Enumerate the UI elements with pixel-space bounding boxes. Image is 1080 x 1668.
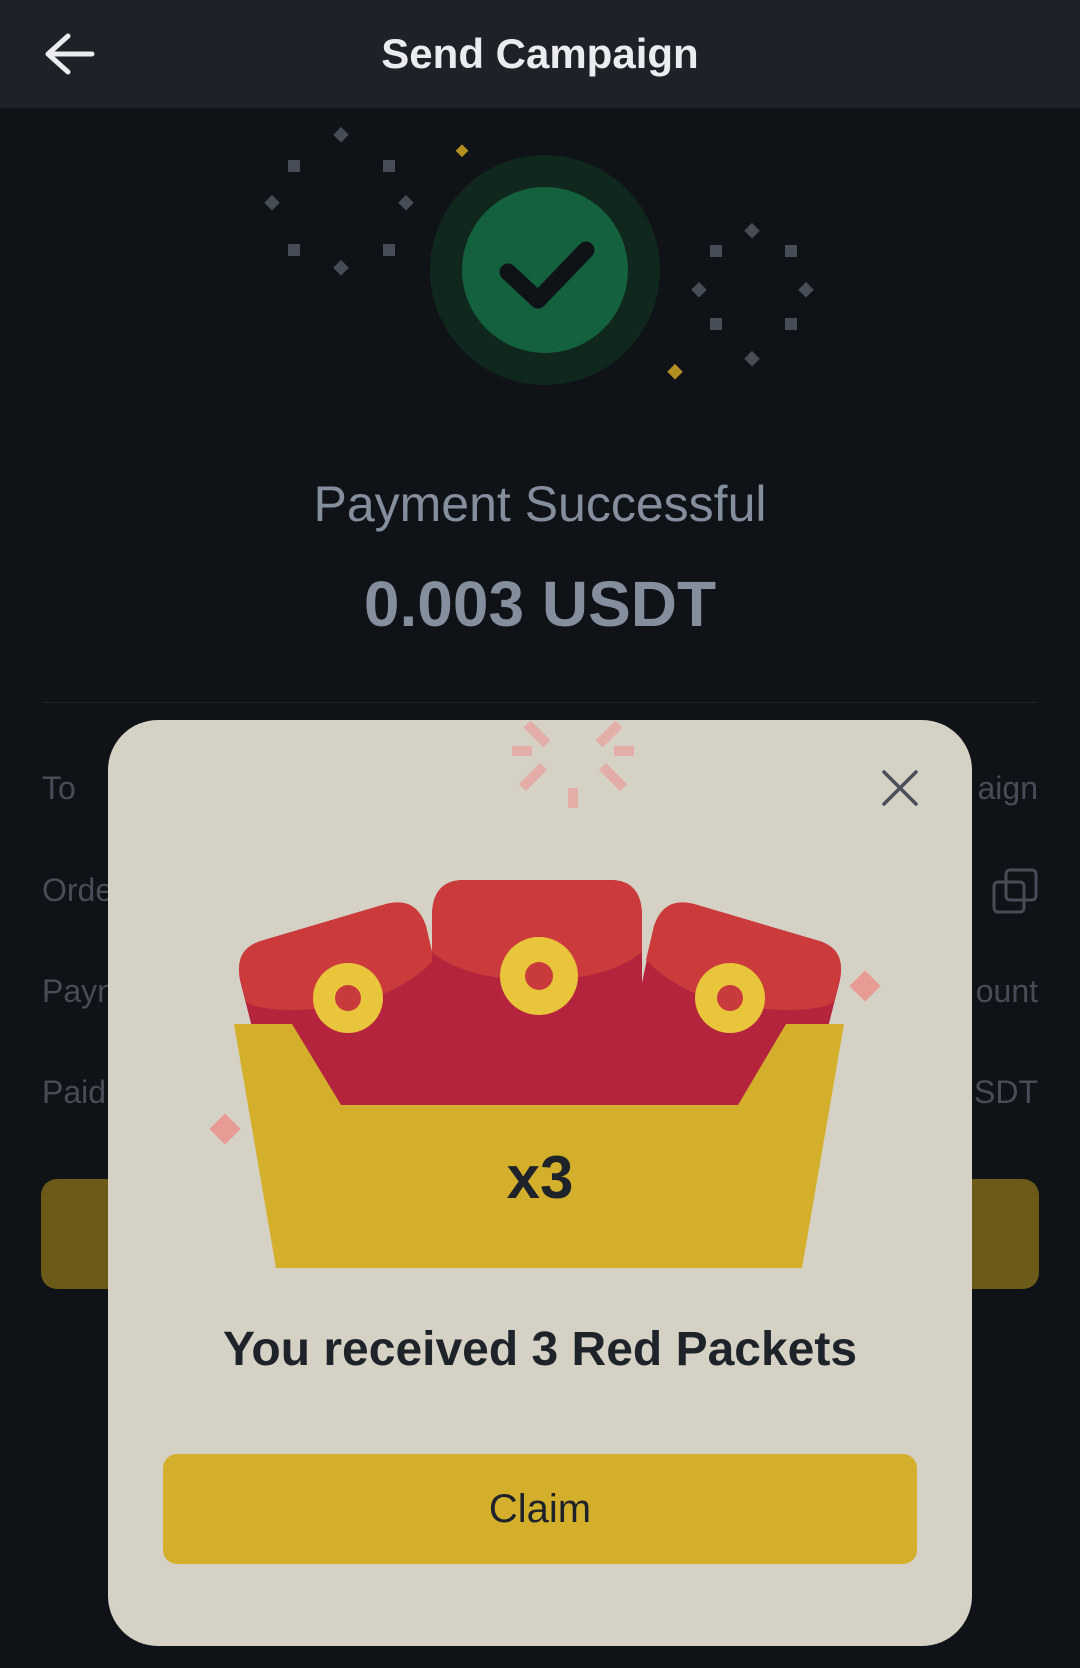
- payment-status-text: Payment Successful: [313, 476, 767, 532]
- confetti-right-decoration: [691, 222, 814, 367]
- claim-button[interactable]: Claim: [163, 1454, 917, 1564]
- divider: [42, 702, 1038, 703]
- packet-count-label: x3: [506, 1144, 574, 1211]
- payment-amount: 0.003 USDT: [363, 568, 717, 640]
- close-icon: [882, 770, 918, 806]
- close-button[interactable]: [880, 768, 920, 808]
- red-packet-modal: x3 You received 3 Red Packets Claim: [108, 720, 972, 1646]
- sparkle-top-decoration: [512, 720, 634, 808]
- success-illustration: [264, 126, 814, 385]
- detail-label-order: Orde: [42, 872, 114, 908]
- detail-value-to: aign: [977, 770, 1039, 806]
- copy-icon[interactable]: [992, 868, 1038, 914]
- detail-label-to: To: [42, 770, 76, 806]
- page-title: Send Campaign: [381, 30, 699, 77]
- header-bar: Send Campaign: [0, 0, 1080, 108]
- detail-label-paid: Paid: [42, 1074, 107, 1110]
- modal-message: You received 3 Red Packets: [222, 1323, 858, 1376]
- confetti-left-decoration: [264, 126, 414, 276]
- check-circle-icon: [462, 187, 628, 353]
- detail-value-payment: ount: [975, 973, 1038, 1009]
- detail-value-paid: SDT: [974, 1074, 1038, 1110]
